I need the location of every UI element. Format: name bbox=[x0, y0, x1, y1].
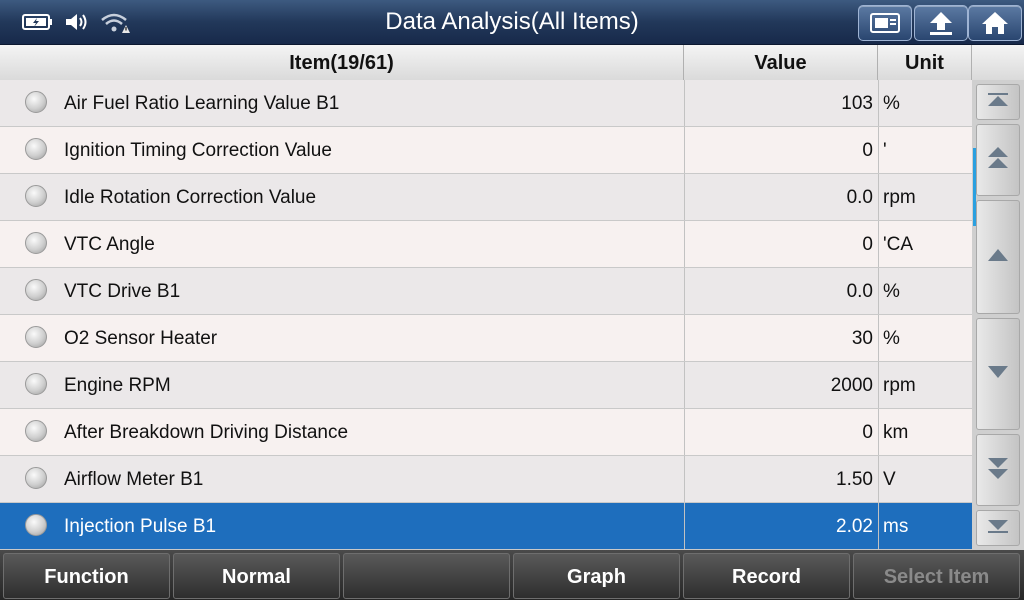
item-value: 0.0 bbox=[684, 268, 873, 314]
back-button[interactable] bbox=[914, 5, 968, 41]
scroll-bottom-button[interactable] bbox=[976, 510, 1020, 546]
double-chevron-down-icon bbox=[986, 455, 1010, 486]
row-select-radio[interactable] bbox=[25, 326, 47, 348]
item-name: VTC Drive B1 bbox=[64, 281, 181, 302]
item-value: 0 bbox=[684, 409, 873, 455]
row-select-radio[interactable] bbox=[25, 91, 47, 113]
graph-button[interactable]: Graph bbox=[513, 553, 680, 599]
item-name: O2 Sensor Heater bbox=[64, 328, 218, 349]
home-button[interactable] bbox=[968, 5, 1022, 41]
arrow-down-icon bbox=[986, 365, 1010, 384]
back-arrow-icon bbox=[926, 10, 956, 36]
item-value: 0.0 bbox=[684, 174, 873, 220]
item-name: After Breakdown Driving Distance bbox=[64, 422, 349, 443]
row-select-radio[interactable] bbox=[25, 138, 47, 160]
table-row[interactable]: VTC Drive B1 0.0 % bbox=[0, 268, 972, 315]
item-unit: % bbox=[878, 80, 972, 126]
item-value: 2.02 bbox=[684, 503, 873, 549]
row-select-radio[interactable] bbox=[25, 420, 47, 442]
row-select-radio[interactable] bbox=[25, 467, 47, 489]
item-unit: % bbox=[878, 268, 972, 314]
item-unit: rpm bbox=[878, 362, 972, 408]
row-select-radio[interactable] bbox=[25, 514, 47, 536]
row-select-radio[interactable] bbox=[25, 373, 47, 395]
item-name: VTC Angle bbox=[64, 234, 155, 255]
item-unit: % bbox=[878, 315, 972, 361]
column-header-unit: Unit bbox=[878, 45, 972, 80]
item-unit: ' bbox=[878, 127, 972, 173]
page-up-button[interactable] bbox=[976, 124, 1020, 196]
table-header: Item(19/61) Value Unit bbox=[0, 45, 1024, 81]
item-name: Engine RPM bbox=[64, 375, 171, 396]
home-icon bbox=[980, 10, 1010, 36]
table-row[interactable]: O2 Sensor Heater 30 % bbox=[0, 315, 972, 362]
item-unit: rpm bbox=[878, 174, 972, 220]
scroll-down-button[interactable] bbox=[976, 318, 1020, 430]
function-button[interactable]: Function bbox=[3, 553, 170, 599]
item-unit: V bbox=[878, 456, 972, 502]
table-row[interactable]: Airflow Meter B1 1.50 V bbox=[0, 456, 972, 503]
table-row[interactable]: Air Fuel Ratio Learning Value B1 103 % bbox=[0, 80, 972, 127]
table-row[interactable]: Ignition Timing Correction Value 0 ' bbox=[0, 127, 972, 174]
column-header-value: Value bbox=[684, 45, 878, 80]
scroll-to-bottom-icon bbox=[986, 518, 1010, 539]
table-row[interactable]: Idle Rotation Correction Value 0.0 rpm bbox=[0, 174, 972, 221]
item-name: Injection Pulse B1 bbox=[64, 516, 217, 537]
scroll-top-button[interactable] bbox=[976, 84, 1020, 120]
title-bar: Data Analysis(All Items) bbox=[0, 0, 1024, 45]
table-row[interactable]: After Breakdown Driving Distance 0 km bbox=[0, 409, 972, 456]
row-select-radio[interactable] bbox=[25, 185, 47, 207]
blank-button[interactable] bbox=[343, 553, 510, 599]
screenshot-icon bbox=[868, 11, 902, 35]
scrollbar[interactable] bbox=[972, 80, 1024, 550]
item-unit: 'CA bbox=[878, 221, 972, 267]
item-value: 2000 bbox=[684, 362, 873, 408]
item-name: Airflow Meter B1 bbox=[64, 469, 204, 490]
row-select-radio[interactable] bbox=[25, 279, 47, 301]
arrow-up-icon bbox=[986, 248, 1010, 267]
table-row-selected[interactable]: Injection Pulse B1 2.02 ms bbox=[0, 503, 972, 550]
column-header-item: Item(19/61) bbox=[0, 45, 684, 80]
page-down-button[interactable] bbox=[976, 434, 1020, 506]
normal-button[interactable]: Normal bbox=[173, 553, 340, 599]
record-button[interactable]: Record bbox=[683, 553, 850, 599]
double-chevron-up-icon bbox=[986, 145, 1010, 176]
item-value: 0 bbox=[684, 127, 873, 173]
row-select-radio[interactable] bbox=[25, 232, 47, 254]
table-row[interactable]: Engine RPM 2000 rpm bbox=[0, 362, 972, 409]
item-name: Idle Rotation Correction Value bbox=[64, 187, 317, 208]
table-row[interactable]: VTC Angle 0 'CA bbox=[0, 221, 972, 268]
item-value: 103 bbox=[684, 80, 873, 126]
item-value: 30 bbox=[684, 315, 873, 361]
select-item-button: Select Item bbox=[853, 553, 1020, 599]
screenshot-button[interactable] bbox=[858, 5, 912, 41]
scroll-up-button[interactable] bbox=[976, 200, 1020, 314]
item-unit: km bbox=[878, 409, 972, 455]
item-name: Ignition Timing Correction Value bbox=[64, 140, 332, 161]
item-unit: ms bbox=[878, 503, 972, 549]
data-list: Air Fuel Ratio Learning Value B1 103 % I… bbox=[0, 80, 972, 550]
item-name: Air Fuel Ratio Learning Value B1 bbox=[64, 93, 340, 114]
scroll-to-top-icon bbox=[986, 92, 1010, 113]
item-value: 0 bbox=[684, 221, 873, 267]
item-value: 1.50 bbox=[684, 456, 873, 502]
function-bar: Function Normal Graph Record Select Item bbox=[0, 550, 1024, 600]
